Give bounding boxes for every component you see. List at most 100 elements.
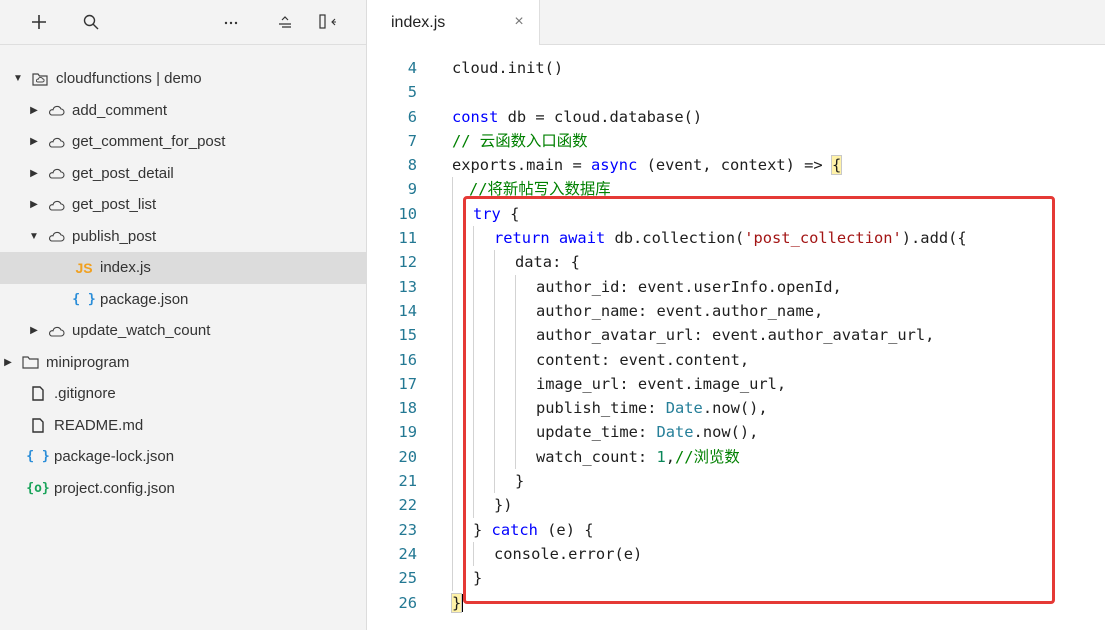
indent-guide — [473, 226, 474, 251]
code-line: 23} catch (e) { — [367, 517, 1105, 542]
code-line: 16 content: event.content, — [367, 347, 1105, 372]
code-editor: index.js × 4 cloud.init() 5 6 const db = c… — [367, 0, 1105, 630]
tree-folder-cloudfunctions[interactable]: ▼ cloudfunctions | demo — [0, 63, 366, 95]
tree-item-package-lock-json[interactable]: ▶ { } package-lock.json — [0, 441, 366, 473]
code-token: { — [500, 204, 520, 223]
code-token: async — [591, 156, 638, 175]
code-line: 21} — [367, 469, 1105, 494]
tree-item-index-js[interactable]: ▶ JS index.js — [0, 252, 366, 284]
tree-item-project-config-json[interactable]: ▶ {o} project.config.json — [0, 473, 366, 505]
file-tree: ▼ cloudfunctions | demo ▶ add_comment ▶ … — [0, 63, 366, 504]
line-number: 8 — [407, 156, 417, 175]
code-text: const db = cloud.database() — [452, 105, 702, 129]
code-token: await — [558, 229, 606, 248]
tree-label: miniprogram — [46, 353, 130, 371]
indent-guide — [452, 177, 453, 202]
tree-item-get-post-detail[interactable]: ▶ get_post_detail — [0, 158, 366, 190]
code-token: //浏览数 — [675, 447, 740, 466]
code-token: try — [473, 204, 501, 223]
tab-index-js[interactable]: index.js × — [367, 0, 540, 45]
code-line: 7 // 云函数入口函数 — [367, 129, 1105, 153]
search-icon[interactable] — [80, 11, 102, 33]
indent-guide — [452, 444, 453, 470]
tree-item-get-post-list[interactable]: ▶ get_post_list — [0, 189, 366, 221]
indent-guide — [473, 493, 474, 518]
code-line: 14 author_name: event.author_name, — [367, 298, 1105, 324]
indent-guide — [494, 371, 495, 397]
tree-label: add_comment — [72, 101, 168, 119]
code-text: } — [473, 566, 482, 590]
caret-right-icon: ▶ — [30, 136, 38, 148]
code-text: author_name: event.author_name, — [536, 299, 823, 323]
indent-guide — [494, 323, 495, 348]
code-token: Date — [656, 423, 694, 442]
indent-guide — [473, 469, 474, 494]
indent-guide — [515, 323, 516, 348]
indent-guide — [494, 444, 495, 470]
code-token: 'post_collection' — [744, 229, 902, 248]
code-token: exports.main = — [452, 156, 591, 175]
code-area[interactable]: 4 cloud.init() 5 6 const db = cloud.databa… — [367, 56, 1105, 615]
close-icon[interactable]: × — [511, 14, 527, 30]
code-token: } — [515, 472, 525, 491]
line-number: 5 — [407, 83, 417, 102]
tree-folder-miniprogram[interactable]: ▶ miniprogram — [0, 347, 366, 379]
code-line: 15 author_avatar_url: event.author_avatar… — [367, 323, 1105, 348]
line-number: 9 — [407, 180, 417, 199]
tab-label: index.js — [391, 13, 446, 31]
code-token: , — [665, 447, 676, 466]
code-text: cloud.init() — [452, 56, 563, 80]
indent-guide — [494, 347, 495, 372]
tree-label: project.config.json — [54, 479, 175, 497]
code-text: watch_count: 1,//浏览数 — [536, 445, 740, 469]
tree-label: update_watch_count — [72, 322, 211, 340]
tree-item-update-watch-count[interactable]: ▶ update_watch_count — [0, 315, 366, 347]
indent-guide — [452, 250, 453, 275]
plus-icon[interactable] — [28, 11, 50, 33]
line-number: 23 — [398, 520, 417, 539]
code-token: console.error(e) — [494, 544, 643, 563]
line-number: 10 — [398, 204, 417, 223]
line-number: 4 — [407, 59, 417, 77]
line-number: 11 — [398, 229, 417, 248]
code-text: exports.main = async (event, context) =>… — [452, 153, 843, 177]
cloud-function-icon — [46, 133, 66, 151]
indent-guide — [452, 469, 453, 494]
code-text: //将新帖写入数据库 — [469, 177, 611, 201]
collapse-all-icon[interactable] — [274, 11, 296, 33]
more-icon[interactable] — [220, 11, 242, 33]
indent-guide — [452, 396, 453, 421]
json-file-icon: { } — [26, 449, 50, 465]
code-token: content: event.content, — [536, 350, 750, 369]
tree-item-get-comment-for-post[interactable]: ▶ get_comment_for_post — [0, 126, 366, 158]
indent-guide — [473, 420, 474, 445]
indent-guide — [473, 323, 474, 348]
code-token: (e) { — [537, 520, 594, 539]
cloud-function-icon — [46, 227, 66, 245]
line-number: 24 — [398, 544, 417, 563]
tree-item-package-json[interactable]: ▶ { } package.json — [0, 284, 366, 316]
indent-guide — [452, 371, 453, 397]
tree-item-readme[interactable]: ▶ README.md — [0, 410, 366, 442]
split-panel-icon[interactable] — [317, 11, 339, 33]
code-token: author_avatar_url: event.author_avatar_u… — [536, 326, 935, 345]
tree-item-add-comment[interactable]: ▶ add_comment — [0, 95, 366, 127]
line-number: 15 — [398, 326, 417, 345]
tree-item-publish-post[interactable]: ▼ publish_post — [0, 221, 366, 253]
cloud-function-icon — [46, 196, 66, 214]
code-token: ).add({ — [901, 229, 967, 248]
code-token: .now(), — [702, 399, 768, 418]
indent-guide — [494, 298, 495, 324]
tree-label: get_comment_for_post — [72, 133, 226, 151]
code-text: image_url: event.image_url, — [536, 372, 786, 396]
code-line: 25} — [367, 566, 1105, 591]
tree-item-gitignore[interactable]: ▶ .gitignore — [0, 378, 366, 410]
code-text: console.error(e) — [494, 542, 642, 566]
code-text: }) — [494, 493, 513, 517]
line-number: 16 — [398, 350, 417, 369]
code-token: Date — [665, 399, 703, 418]
indent-guide — [452, 566, 453, 591]
indent-guide — [473, 541, 474, 567]
code-line: 20 watch_count: 1,//浏览数 — [367, 444, 1105, 470]
indent-guide — [452, 493, 453, 518]
